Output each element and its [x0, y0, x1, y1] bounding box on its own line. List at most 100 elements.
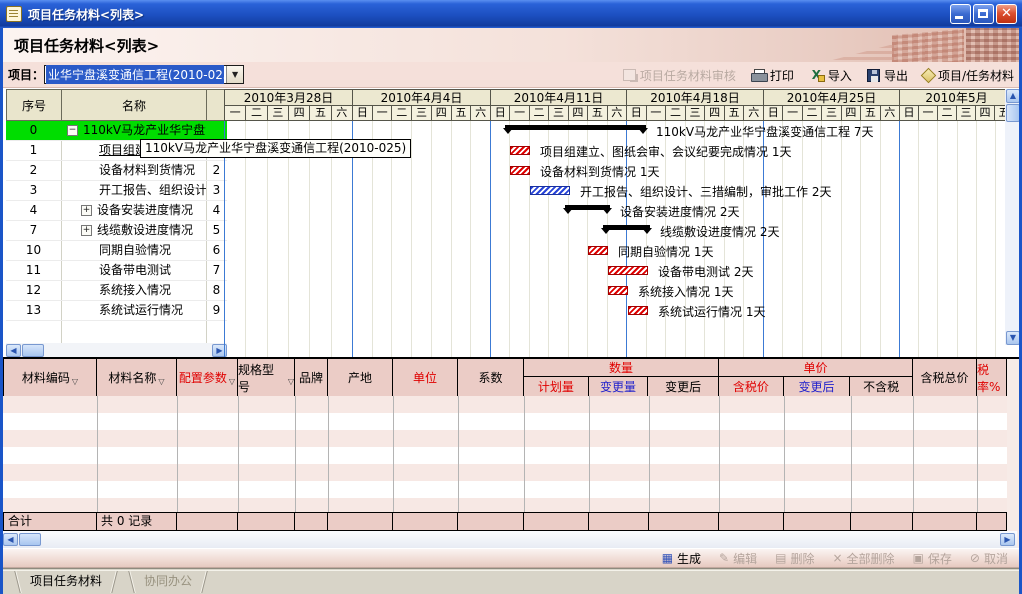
task-name-cell: 系统试运行情况	[61, 301, 206, 320]
expand-icon[interactable]: +	[81, 205, 92, 216]
close-icon: ✕	[997, 6, 1016, 21]
task-row-2[interactable]: 2设备材料到货情况2	[6, 161, 227, 181]
gantt-task-bar[interactable]	[628, 306, 648, 315]
chevron-down-icon[interactable]: ▼	[226, 66, 243, 83]
column-header[interactable]: 系数	[458, 359, 524, 396]
scroll-left-icon[interactable]: ◀	[6, 344, 21, 357]
day-cell: 二	[665, 106, 685, 121]
gantt-summary-bar[interactable]	[505, 125, 646, 130]
gantt-task-bar[interactable]	[510, 146, 530, 155]
footer-cell	[524, 513, 589, 530]
scroll-left-icon[interactable]: ◀	[3, 533, 18, 546]
table-horizontal-scrollbar[interactable]: ◀ ▶	[3, 531, 1017, 548]
day-cell: 日	[899, 106, 918, 121]
day-cell: 六	[743, 106, 763, 121]
task-seq: 10	[6, 241, 61, 260]
scroll-thumb[interactable]	[22, 344, 44, 357]
project-task-material-button[interactable]: 项目/任务材料	[923, 67, 1014, 84]
page-title: 项目任务材料<列表>	[14, 35, 159, 56]
column-header[interactable]: 变更后	[784, 377, 851, 396]
column-header[interactable]: 产地	[328, 359, 393, 396]
project-select[interactable]: 业华宁盘溪变通信工程(2010-025) ▼	[44, 65, 244, 84]
bottom-tab-bar: 项目任务材料协同办公	[0, 568, 1022, 594]
task-name: 设备带电测试	[99, 261, 171, 280]
column-header[interactable]: 变更后	[648, 377, 718, 396]
week-header: 2010年4月18日日一二三四五六	[626, 89, 763, 121]
footer-cell	[913, 513, 977, 530]
task-name: 同期自验情况	[99, 241, 171, 260]
edit-button: ✎编辑	[719, 550, 757, 567]
save-icon: ▣	[913, 552, 924, 564]
scroll-up-icon[interactable]: ▲	[1006, 89, 1020, 103]
day-cell: 二	[391, 106, 411, 121]
column-header[interactable]: 配置参数▽	[177, 359, 238, 396]
print-button[interactable]: 打印	[751, 67, 794, 84]
scroll-thumb[interactable]	[1006, 104, 1020, 122]
day-cell: 四	[568, 106, 587, 121]
column-header[interactable]: 规格型号▽	[238, 359, 295, 396]
column-header[interactable]: 不含税	[850, 377, 912, 396]
footer-cell	[238, 513, 295, 530]
delete-all-button: ×全部删除	[832, 550, 894, 567]
materials-table-footer: 合计共 0 记录	[3, 512, 1007, 531]
name-column-header[interactable]: 名称	[61, 89, 206, 121]
window-title: 项目任务材料<列表>	[28, 6, 144, 23]
task-row-3[interactable]: 3开工报告、组织设计、三措编制，审批工作3	[6, 181, 227, 201]
gantt-task-bar[interactable]	[588, 246, 608, 255]
close-button[interactable]: ✕	[996, 4, 1017, 24]
minimize-button[interactable]	[950, 4, 971, 24]
tree-horizontal-scrollbar[interactable]: ◀ ▶	[6, 343, 227, 357]
gantt-summary-bar[interactable]	[565, 205, 610, 210]
maximize-button[interactable]	[973, 4, 994, 24]
day-cell: 三	[821, 106, 840, 121]
expand-icon[interactable]: +	[81, 225, 92, 236]
export-button[interactable]: 导出	[867, 67, 908, 84]
gantt-bar-label: 开工报告、组织设计、三措编制，审批工作 2天	[580, 183, 831, 200]
column-header[interactable]: 含税总价	[913, 359, 977, 396]
column-header[interactable]: 单位	[393, 359, 458, 396]
column-header-label: 材料编码	[22, 369, 70, 386]
day-cell: 五	[994, 106, 1005, 121]
day-cell: 五	[860, 106, 879, 121]
day-cell: 一	[918, 106, 937, 121]
task-name-cell: +设备安装进度情况	[61, 201, 206, 220]
task-row-12[interactable]: 12系统接入情况8	[6, 281, 227, 301]
task-row-4[interactable]: 4+设备安装进度情况4	[6, 201, 227, 221]
scroll-thumb[interactable]	[19, 533, 41, 546]
gantt-task-bar[interactable]	[510, 166, 530, 175]
gantt-task-bar[interactable]	[608, 286, 628, 295]
column-header[interactable]: 材料名称▽	[97, 359, 177, 396]
generate-button[interactable]: ▦生成	[662, 550, 701, 567]
tab-project-task-material[interactable]: 项目任务材料	[14, 571, 118, 593]
task-seq: 12	[6, 281, 61, 300]
seq-column-header[interactable]: 序号	[6, 89, 61, 121]
task-row-10[interactable]: 10同期自验情况6	[6, 241, 227, 261]
task-name: 设备材料到货情况	[99, 161, 195, 180]
task-row-11[interactable]: 11设备带电测试7	[6, 261, 227, 281]
task-row-7[interactable]: 7+线缆敷设进度情况5	[6, 221, 227, 241]
column-header[interactable]: 含税价	[719, 377, 784, 396]
column-header[interactable]: 计划量	[524, 377, 589, 396]
gantt-task-bar[interactable]	[608, 266, 648, 275]
audit-icon	[623, 69, 636, 81]
task-row-0[interactable]: 0−110kV马龙产业华宁盘溪变通信工程(2010-025)	[6, 121, 227, 141]
week-label: 2010年4月11日	[490, 89, 626, 106]
project-selected-value: 业华宁盘溪变通信工程(2010-025)	[46, 65, 224, 84]
column-header[interactable]: 品牌	[295, 359, 328, 396]
column-header[interactable]: 材料编码▽	[3, 359, 97, 396]
gantt-bar-label: 系统接入情况 1天	[638, 283, 733, 300]
task-row-13[interactable]: 13系统试运行情况9	[6, 301, 227, 321]
week-label: 2010年4月25日	[763, 89, 899, 106]
column-header[interactable]: 变更量	[589, 377, 649, 396]
import-button[interactable]: 导入	[809, 67, 852, 84]
scroll-down-icon[interactable]: ▼	[1006, 331, 1020, 345]
column-header[interactable]: 税率%	[977, 359, 1007, 396]
tab-collaboration[interactable]: 协同办公	[128, 571, 208, 593]
week-header: 2010年4月11日日一二三四五六	[490, 89, 626, 121]
day-cell: 四	[841, 106, 860, 121]
gantt-task-bar[interactable]	[530, 186, 570, 195]
week-gridline	[899, 121, 1005, 357]
collapse-icon[interactable]: −	[67, 125, 78, 136]
gantt-summary-bar[interactable]	[603, 225, 650, 230]
scroll-right-icon[interactable]: ▶	[1000, 533, 1015, 546]
